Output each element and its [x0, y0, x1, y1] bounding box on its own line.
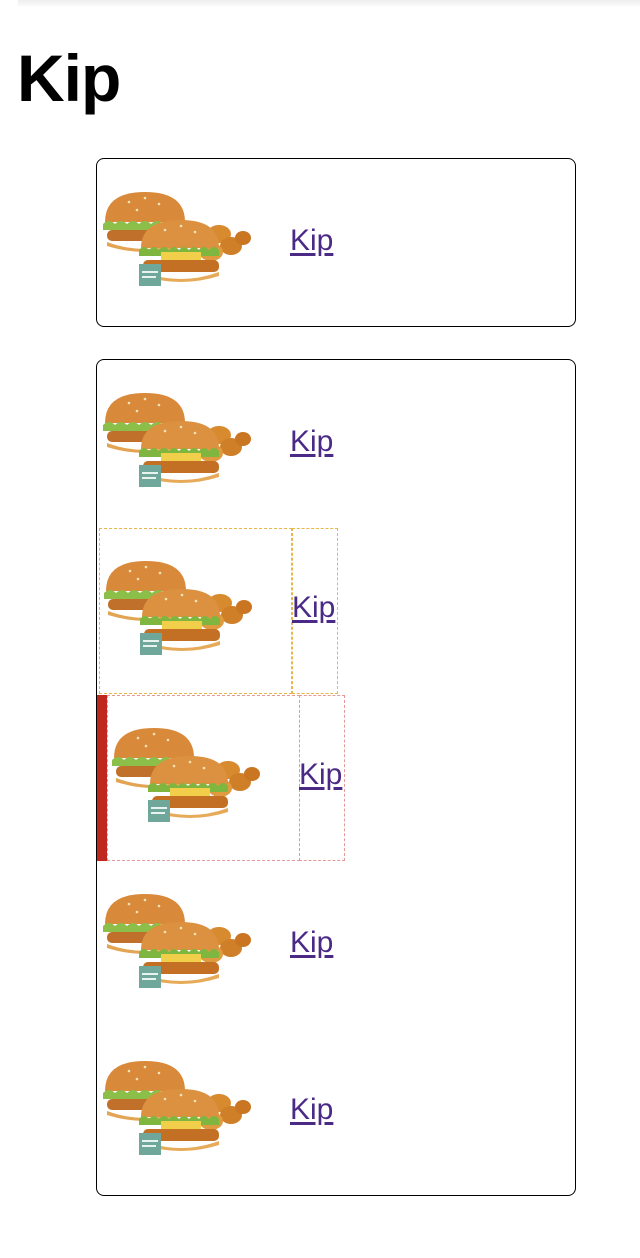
focus-indicator-bar [97, 695, 107, 861]
burger-image[interactable] [99, 362, 287, 524]
burger-image[interactable] [99, 161, 287, 323]
item-link[interactable]: Kip [299, 755, 342, 795]
product-card: Kip [96, 158, 576, 327]
item-link[interactable]: Kip [290, 221, 333, 261]
item-link[interactable]: Kip [292, 588, 335, 628]
item-link[interactable]: Kip [290, 923, 333, 963]
product-list-card: Kip Kip Kip Kip Kip [96, 359, 576, 1196]
top-bar-shadow [18, 0, 640, 6]
burger-image[interactable] [99, 528, 292, 694]
list-item[interactable]: Kip [97, 159, 575, 325]
list-item[interactable]: Kip [97, 360, 575, 526]
list-item-hovered[interactable]: Kip [97, 526, 575, 694]
list-item[interactable]: Kip [97, 861, 575, 1027]
page-title: Kip [17, 41, 121, 115]
burger-image[interactable] [107, 695, 300, 861]
burger-image[interactable] [99, 863, 287, 1025]
list-item[interactable]: Kip [97, 1028, 575, 1194]
list-item-focused[interactable]: Kip [97, 695, 575, 861]
item-link[interactable]: Kip [290, 1090, 333, 1130]
item-link[interactable]: Kip [290, 422, 333, 462]
burger-image[interactable] [99, 1030, 287, 1192]
